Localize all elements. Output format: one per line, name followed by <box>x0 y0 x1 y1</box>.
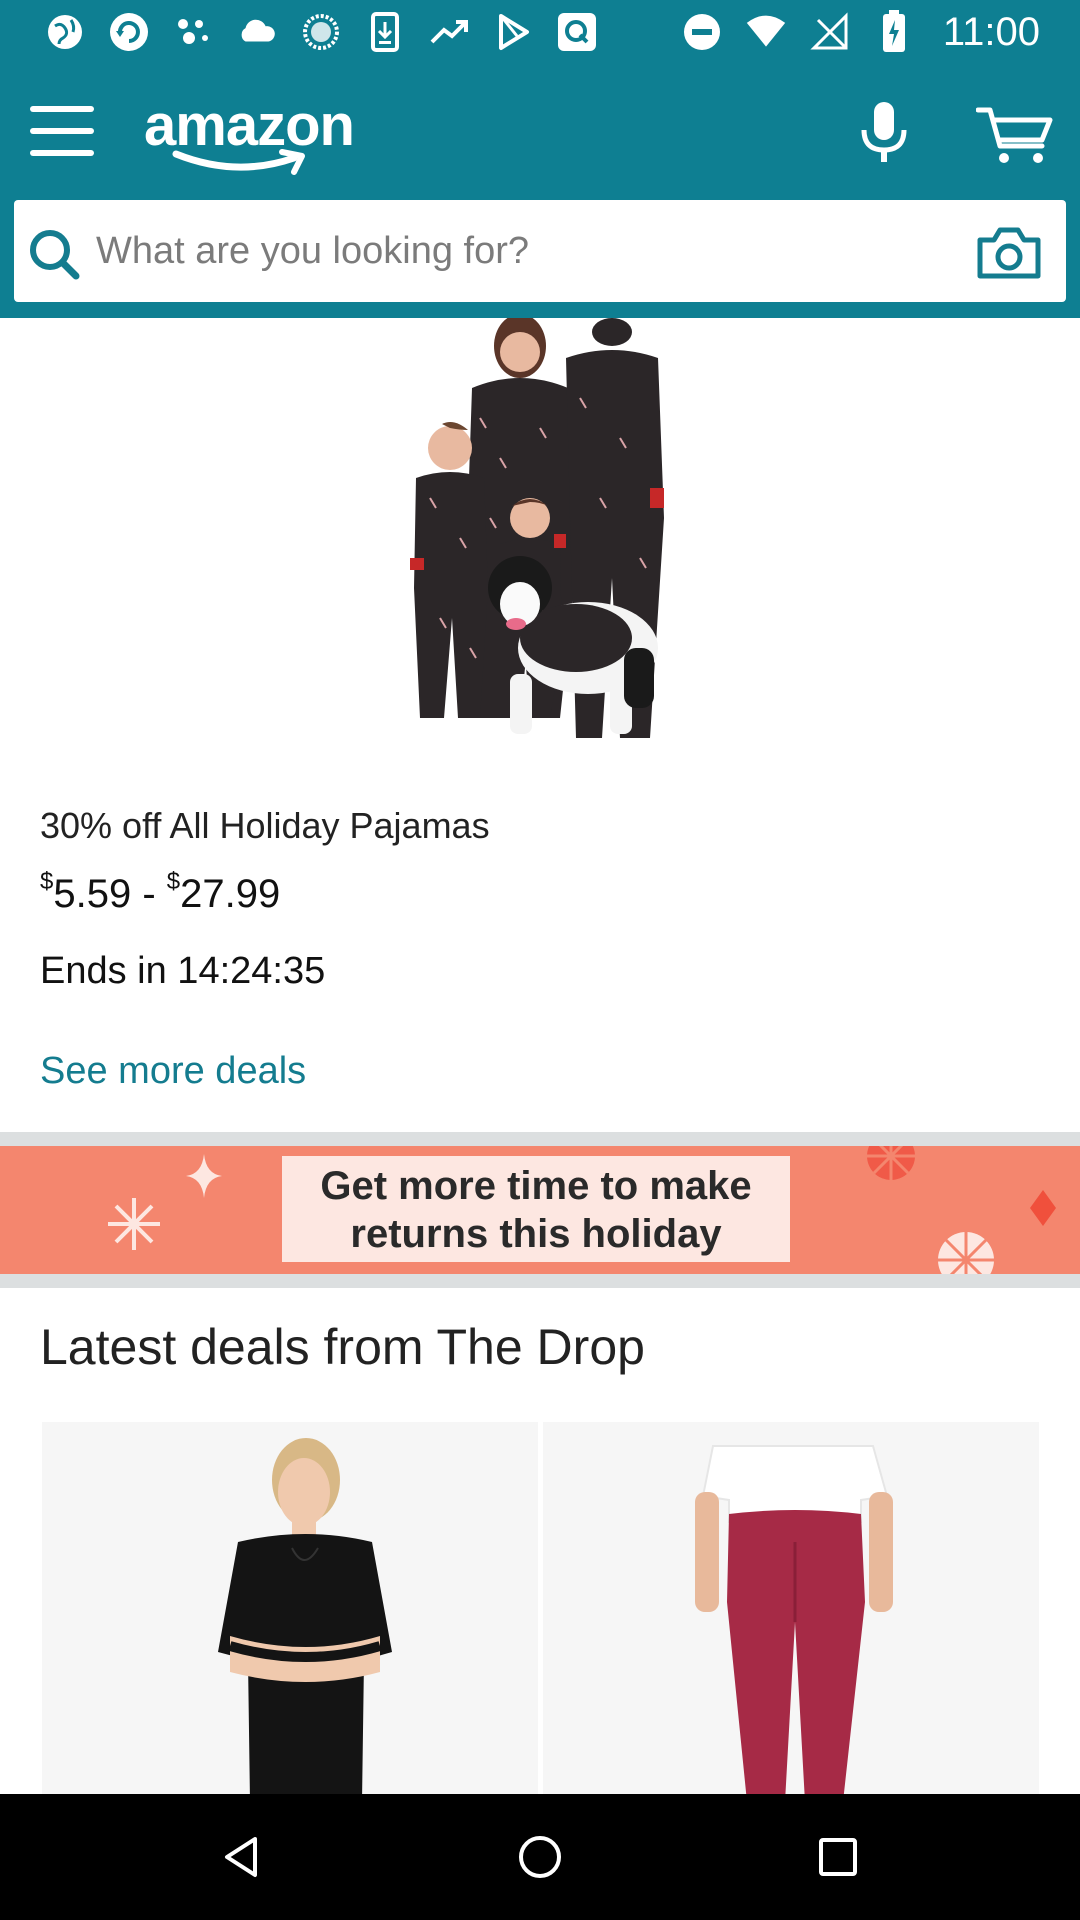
cloud-icon <box>236 11 278 53</box>
deal-price-range: $5.59 - $27.99 <box>40 868 280 917</box>
currency-symbol: $ <box>166 868 181 895</box>
snowflake-icon <box>108 1198 160 1250</box>
play-icon <box>492 11 534 53</box>
price-separator: - <box>131 872 167 916</box>
globe-icon <box>44 11 86 53</box>
drop-product-card[interactable] <box>42 1422 538 1802</box>
deal-countdown: Ends in 14:24:35 <box>40 950 326 992</box>
drop-section-title: Latest deals from The Drop <box>40 1319 645 1375</box>
ornament-icon <box>867 1146 915 1180</box>
price-low: 5.59 <box>53 872 132 916</box>
drop-product-card[interactable] <box>543 1422 1039 1802</box>
notification-icons <box>44 10 598 54</box>
banner-text-box: Get more time to make returns this holid… <box>282 1156 790 1262</box>
home-icon[interactable] <box>505 1824 575 1890</box>
ornament-icon <box>938 1232 994 1274</box>
holiday-returns-banner[interactable]: Get more time to make returns this holid… <box>0 1146 1080 1274</box>
black-dress-product-image <box>218 1438 392 1802</box>
red-leggings-product-image <box>695 1445 893 1802</box>
circle-icon <box>300 11 342 53</box>
dots-icon <box>172 11 214 53</box>
diamond-icon <box>1030 1190 1056 1226</box>
wifi-icon <box>745 11 787 53</box>
q-icon <box>556 11 598 53</box>
section-divider <box>0 1274 1080 1288</box>
back-icon[interactable] <box>206 1824 276 1890</box>
download-icon <box>364 11 406 53</box>
recents-icon[interactable] <box>803 1824 873 1890</box>
search-icon[interactable] <box>26 226 82 282</box>
camera-icon[interactable] <box>976 226 1042 280</box>
app-header: amazon <box>0 64 1080 318</box>
currency-symbol: $ <box>40 868 54 895</box>
refresh-icon <box>108 11 150 53</box>
sparkle-icon <box>186 1154 222 1198</box>
see-more-deals-link[interactable]: See more deals <box>40 1050 306 1093</box>
search-bar[interactable] <box>14 200 1066 302</box>
search-input[interactable] <box>96 218 916 284</box>
amazon-app-screen: 11:00 amazon What are you looking for? 3… <box>0 0 1080 1920</box>
status-bar: 11:00 <box>0 0 1080 64</box>
amazon-smile-icon <box>172 149 305 175</box>
dnd-icon <box>681 11 723 53</box>
hamburger-menu-icon[interactable] <box>30 102 96 160</box>
no-signal-icon <box>809 11 851 53</box>
cart-icon[interactable] <box>975 104 1054 166</box>
banner-line-2: returns this holiday <box>350 1212 722 1256</box>
microphone-icon[interactable] <box>856 100 912 166</box>
trend-icon <box>428 11 470 53</box>
deal-title[interactable]: 30% off All Holiday Pajamas <box>40 805 490 847</box>
price-high: 27.99 <box>180 872 281 916</box>
system-status-icons: 11:00 <box>681 10 1040 54</box>
banner-line-1: Get more time to make <box>320 1164 752 1208</box>
system-nav-bar <box>0 1794 1080 1920</box>
amazon-logo[interactable]: amazon <box>142 92 382 182</box>
clock-time: 11:00 <box>942 9 1040 54</box>
holiday-pajamas-product-image[interactable] <box>380 314 700 768</box>
battery-icon <box>873 10 915 53</box>
section-divider <box>0 1132 1080 1146</box>
